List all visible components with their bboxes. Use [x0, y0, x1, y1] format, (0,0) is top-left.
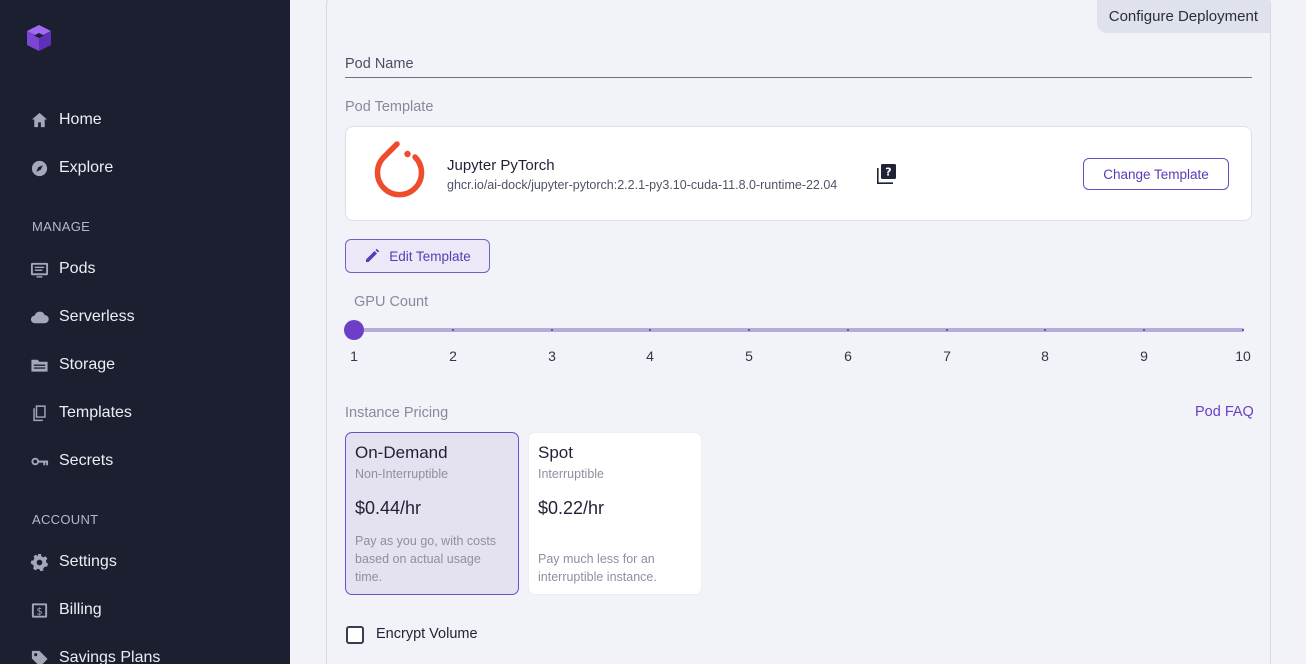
pod-name-input[interactable]: Pod Name — [345, 56, 1252, 78]
gpu-count-label: GPU Count — [354, 294, 429, 310]
templates-icon — [30, 404, 49, 423]
sidebar-item-serverless[interactable]: Serverless — [30, 305, 135, 329]
change-template-button[interactable]: Change Template — [1083, 158, 1229, 190]
sidebar-item-label: Storage — [59, 356, 116, 373]
pricing-title: Spot — [538, 443, 573, 462]
slider-tick — [847, 329, 849, 331]
slider-tick — [1242, 329, 1244, 331]
sidebar-item-secrets[interactable]: Secrets — [30, 449, 113, 473]
readme-icon[interactable]: ? — [875, 163, 897, 185]
cloud-icon — [30, 308, 49, 327]
encrypt-volume-label: Encrypt Volume — [376, 626, 478, 642]
logo-cube-icon[interactable] — [26, 24, 52, 52]
sidebar-item-billing[interactable]: $ Billing — [30, 598, 102, 622]
sidebar-item-settings[interactable]: Settings — [30, 550, 117, 574]
pricing-description: Pay much less for an interruptible insta… — [538, 552, 657, 584]
gpu-tick-label: 6 — [844, 348, 852, 364]
sidebar-item-pods[interactable]: Pods — [30, 257, 95, 281]
gear-icon — [30, 553, 49, 572]
sidebar-item-explore[interactable]: Explore — [30, 156, 113, 180]
slider-tick — [1143, 329, 1145, 331]
sidebar-item-storage[interactable]: Storage — [30, 353, 115, 377]
section-label-manage: MANAGE — [32, 219, 91, 234]
sidebar-item-label: Settings — [59, 553, 117, 570]
slider-tick — [452, 329, 454, 331]
pricing-price: $0.22/hr — [538, 498, 605, 518]
sidebar-item-home[interactable]: Home — [30, 108, 102, 132]
tag-icon — [30, 649, 49, 664]
slider-tick — [1044, 329, 1046, 331]
instance-pricing-label: Instance Pricing — [345, 405, 449, 421]
pod-template-label: Pod Template — [345, 99, 434, 115]
slider-tick — [649, 329, 651, 331]
billing-icon: $ — [30, 601, 49, 620]
encrypt-volume-checkbox[interactable] — [346, 626, 364, 644]
sidebar-item-label: Secrets — [59, 452, 114, 469]
sidebar: Home Explore MANAGE Pods Serverless Stor… — [0, 0, 290, 664]
gpu-tick-label: 9 — [1140, 348, 1148, 364]
sidebar-item-templates[interactable]: Templates — [30, 401, 132, 425]
pricing-option-spot[interactable]: Spot Interruptible $0.22/hr Pay much les… — [528, 432, 702, 595]
key-icon — [30, 452, 49, 471]
pods-icon — [30, 260, 49, 279]
gpu-tick-label: 3 — [548, 348, 556, 364]
edit-template-button[interactable]: Edit Template — [345, 239, 490, 273]
pricing-title: On-Demand — [355, 443, 448, 462]
configure-deployment-tag: Configure Deployment — [1096, 0, 1270, 33]
folder-icon — [30, 356, 49, 375]
sidebar-item-label: Templates — [59, 404, 132, 421]
sidebar-item-label: Pods — [59, 260, 96, 277]
pencil-icon — [366, 248, 380, 262]
slider-tick — [748, 329, 750, 331]
gpu-count-slider-track[interactable] — [354, 328, 1244, 332]
slider-tick — [551, 329, 553, 331]
sidebar-item-label: Home — [59, 111, 102, 128]
sidebar-item-label: Explore — [59, 159, 114, 176]
pod-faq-link[interactable]: Pod FAQ — [1195, 404, 1254, 420]
pricing-subtitle: Non-Interruptible — [355, 467, 449, 481]
svg-text:?: ? — [885, 166, 891, 179]
sidebar-item-label: Savings Plans — [59, 649, 161, 664]
gpu-tick-label: 8 — [1041, 348, 1049, 364]
template-image: ghcr.io/ai-dock/jupyter-pytorch:2.2.1-py… — [447, 178, 838, 192]
sidebar-item-label: Billing — [59, 601, 102, 618]
compass-icon — [30, 159, 49, 178]
gpu-count-slider-thumb[interactable] — [344, 320, 364, 340]
gpu-tick-label: 10 — [1235, 348, 1251, 364]
section-label-account: ACCOUNT — [32, 512, 99, 527]
pricing-subtitle: Interruptible — [538, 467, 605, 481]
pod-name-label: Pod Name — [345, 56, 414, 72]
pricing-price: $0.44/hr — [355, 498, 422, 518]
gpu-tick-label: 2 — [449, 348, 457, 364]
svg-text:$: $ — [36, 606, 42, 617]
gpu-tick-label: 4 — [646, 348, 654, 364]
home-icon — [30, 111, 49, 130]
pricing-option-on-demand[interactable]: On-Demand Non-Interruptible $0.44/hr Pay… — [345, 432, 519, 595]
slider-tick — [946, 329, 948, 331]
sidebar-item-savings-plans[interactable]: Savings Plans — [30, 646, 160, 664]
gpu-tick-label: 5 — [745, 348, 753, 364]
edit-template-label: Edit Template — [389, 248, 471, 264]
pricing-description: Pay as you go, with costs based on actua… — [355, 534, 497, 584]
gpu-tick-label: 1 — [350, 348, 358, 364]
template-name: Jupyter PyTorch — [447, 157, 555, 174]
sidebar-item-label: Serverless — [59, 308, 135, 325]
gpu-tick-label: 7 — [943, 348, 951, 364]
pytorch-logo-icon — [374, 141, 425, 198]
